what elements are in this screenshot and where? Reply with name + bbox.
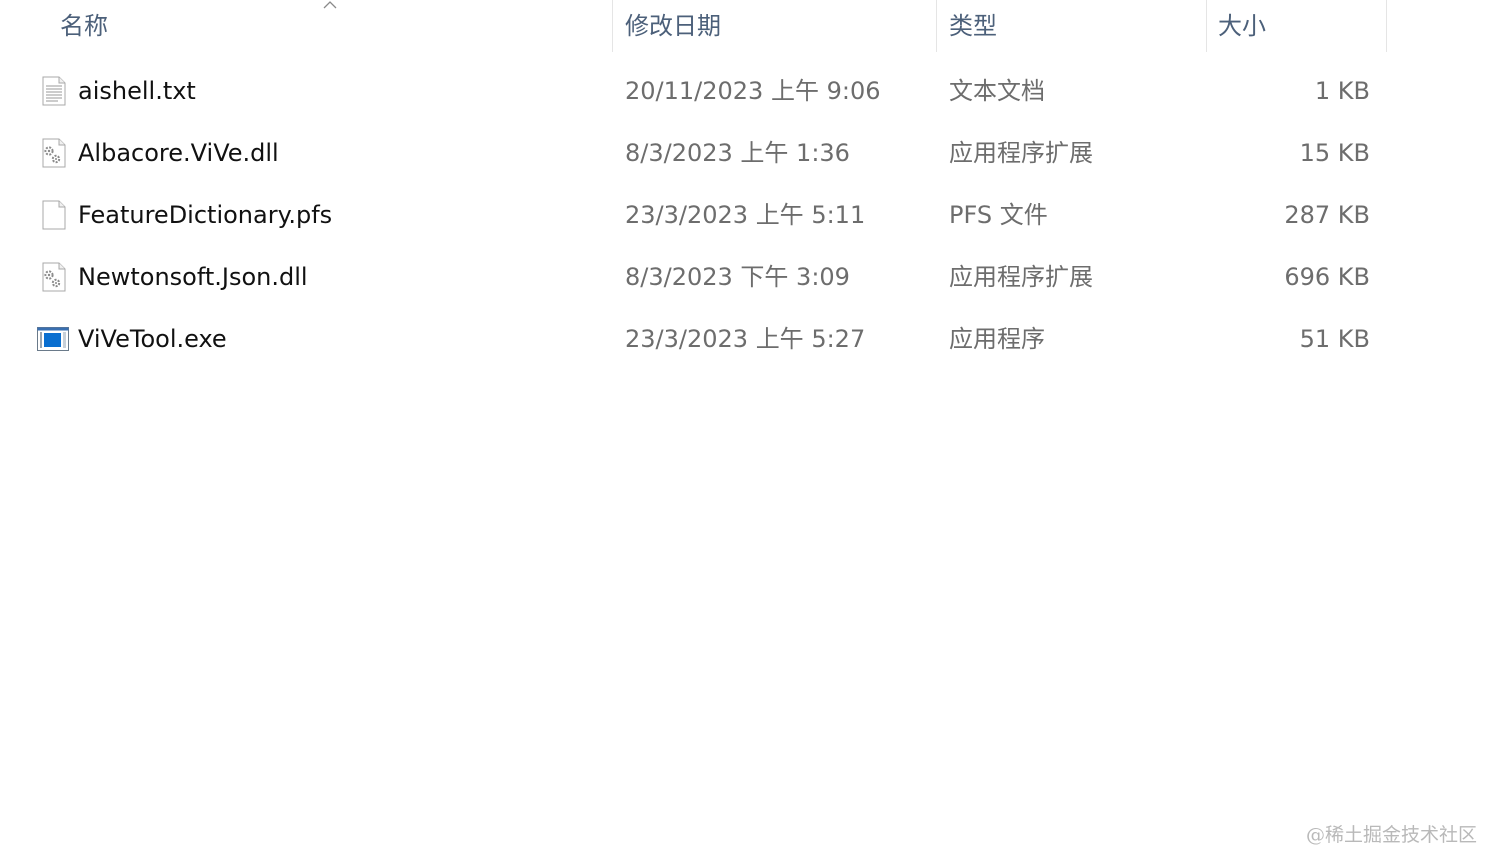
column-header-size[interactable]: 大小 xyxy=(1218,0,1384,52)
file-type: 应用程序扩展 xyxy=(949,139,1093,167)
column-divider[interactable] xyxy=(1206,0,1207,52)
dll-file-icon xyxy=(42,138,66,168)
file-type: 文本文档 xyxy=(949,77,1045,105)
file-size: 287 KB xyxy=(1284,201,1370,229)
file-type: 应用程序 xyxy=(949,325,1045,353)
file-row-vivetool[interactable]: ViVeTool.exe 23/3/2023 上午 5:27 应用程序 51 K… xyxy=(0,308,1485,370)
column-header: 名称 修改日期 类型 大小 xyxy=(0,0,1485,52)
watermark: @稀土掘金技术社区 xyxy=(1305,824,1477,846)
dll-file-icon xyxy=(42,262,66,292)
file-row-aishell[interactable]: aishell.txt 20/11/2023 上午 9:06 文本文档 1 KB xyxy=(0,60,1485,122)
column-header-date[interactable]: 修改日期 xyxy=(625,0,933,52)
blank-file-icon xyxy=(42,200,66,230)
exe-file-icon xyxy=(37,327,69,351)
file-name[interactable]: FeatureDictionary.pfs xyxy=(78,184,332,246)
file-name[interactable]: ViVeTool.exe xyxy=(78,308,227,370)
file-date: 20/11/2023 上午 9:06 xyxy=(625,77,881,105)
file-size: 1 KB xyxy=(1314,77,1370,105)
file-size: 51 KB xyxy=(1299,325,1370,353)
file-row-featuredictionary[interactable]: FeatureDictionary.pfs 23/3/2023 上午 5:11 … xyxy=(0,184,1485,246)
column-header-type[interactable]: 类型 xyxy=(949,0,1204,52)
file-row-albacore-vive[interactable]: Albacore.ViVe.dll 8/3/2023 上午 1:36 应用程序扩… xyxy=(0,122,1485,184)
file-type: PFS 文件 xyxy=(949,201,1048,229)
file-row-newtonsoft-json[interactable]: Newtonsoft.Json.dll 8/3/2023 下午 3:09 应用程… xyxy=(0,246,1485,308)
chevron-up-icon xyxy=(323,1,337,9)
file-name[interactable]: Newtonsoft.Json.dll xyxy=(78,246,308,308)
column-divider[interactable] xyxy=(1386,0,1387,52)
file-date: 8/3/2023 下午 3:09 xyxy=(625,263,850,291)
column-divider[interactable] xyxy=(936,0,937,52)
text-file-icon xyxy=(42,76,66,106)
file-size: 696 KB xyxy=(1284,263,1370,291)
file-size: 15 KB xyxy=(1299,139,1370,167)
file-date: 23/3/2023 上午 5:11 xyxy=(625,201,866,229)
file-type: 应用程序扩展 xyxy=(949,263,1093,291)
file-date: 23/3/2023 上午 5:27 xyxy=(625,325,866,353)
file-date: 8/3/2023 上午 1:36 xyxy=(625,139,850,167)
column-divider[interactable] xyxy=(612,0,613,52)
file-name[interactable]: aishell.txt xyxy=(78,60,196,122)
file-name[interactable]: Albacore.ViVe.dll xyxy=(78,122,279,184)
